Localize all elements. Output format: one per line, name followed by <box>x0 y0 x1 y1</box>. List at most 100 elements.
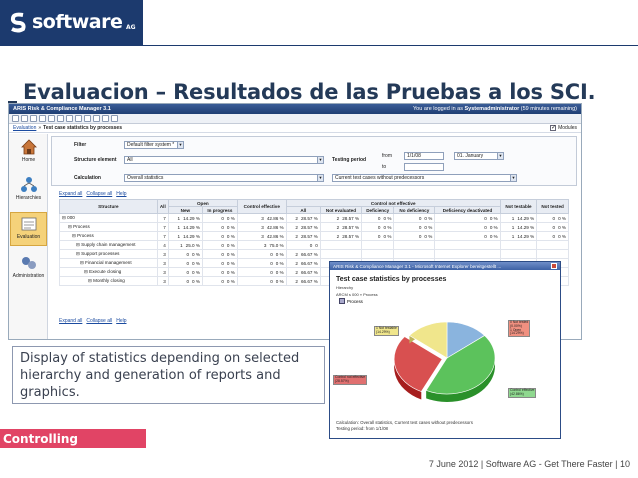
toolbar-button[interactable] <box>66 115 73 122</box>
col-not-testable[interactable]: Not testable <box>499 199 538 214</box>
stat-cell: 00 % <box>536 231 569 241</box>
toolbar-button[interactable] <box>39 115 46 122</box>
stat-cell: 00 % <box>361 231 395 241</box>
stat-cell: 00 % <box>167 249 203 259</box>
stat-cell <box>499 240 538 250</box>
stat-count: 3 <box>261 233 264 239</box>
col-structure[interactable]: Structure <box>59 199 158 214</box>
stat-percent: 28.57 % <box>342 224 360 230</box>
sidebar-item-label: Administration <box>12 273 45 279</box>
stat-count: 0 <box>418 233 422 239</box>
collapse-all-link[interactable]: Collapse all <box>86 191 112 197</box>
toolbar-button[interactable] <box>93 115 100 122</box>
structure-label[interactable]: 000 <box>67 215 75 220</box>
structure-element-select[interactable]: All ▼ <box>124 156 324 164</box>
stat-percent: 66.67 % <box>300 278 318 284</box>
close-icon[interactable] <box>551 263 557 269</box>
table-row[interactable]: ⊟ Supply chain management 4 1 25.0 % 0 0 % 3 75… <box>59 240 569 250</box>
stat-cell: 00 % <box>361 213 395 223</box>
col-in-progress[interactable]: In progress <box>201 206 238 214</box>
col-all[interactable]: All <box>156 199 169 214</box>
stat-percent: 25.0 % <box>185 242 200 248</box>
stat-percent: 0 % <box>383 233 392 239</box>
stat-percent: 66.67 % <box>300 260 318 266</box>
structure-label[interactable]: Execute closing <box>89 269 121 274</box>
callout-text: Display of statistics depending on selec… <box>12 346 325 404</box>
stat-cell: 2 28.57 % <box>319 231 363 241</box>
stat-cell: 00 % <box>236 276 287 286</box>
toolbar-button[interactable] <box>84 115 91 122</box>
structure-label[interactable]: Support processes <box>81 251 119 256</box>
stat-percent: 14.29 % <box>517 224 535 230</box>
toolbar-button[interactable] <box>57 115 64 122</box>
stat-cell: 00 % <box>393 222 436 232</box>
filter-value: Default filter system * <box>127 142 175 148</box>
stat-cell: 00 % <box>201 267 238 277</box>
collapse-all-link[interactable]: Collapse all <box>86 318 112 324</box>
table-row[interactable]: ⊟ Support processes 3 0 0 % 0 0 % 0 0 % 2 66.67 % <box>59 249 569 259</box>
col-not-tested[interactable]: Not tested <box>536 199 569 214</box>
stat-percent: 0 % <box>383 215 392 221</box>
stat-cell: 00 % <box>393 231 436 241</box>
pie-label-not-testable: 1 Not testable (14.29%) <box>374 326 399 336</box>
stat-cell: 3 42.86 % <box>236 231 287 241</box>
help-link[interactable]: Help <box>116 318 126 324</box>
toolbar-button[interactable] <box>48 115 55 122</box>
toolbar-button[interactable] <box>111 115 118 122</box>
col-new[interactable]: New <box>167 206 203 214</box>
calculation-select-2[interactable]: Current test cases without predecessors ▼ <box>332 174 517 182</box>
count-cell: 4 <box>156 240 169 250</box>
to-date-input[interactable] <box>404 163 444 171</box>
popup-titlebar: ARIS Risk & Compliance Manager 3.1 - Mic… <box>330 262 560 270</box>
toolbar-button[interactable] <box>30 115 37 122</box>
sidebar-item-evaluation[interactable]: Evaluation <box>10 212 47 246</box>
calculation-select[interactable]: Overall statistics ▼ <box>124 174 324 182</box>
structure-label[interactable]: Financial management <box>85 260 131 265</box>
stat-percent: 0 % <box>192 260 200 266</box>
stat-cell: 2 28.57 % <box>319 222 363 232</box>
help-link[interactable]: Help <box>116 191 126 197</box>
from-date-input[interactable]: 1/1/08 <box>404 152 444 160</box>
breadcrumb-evaluation[interactable]: Evaluation <box>13 125 36 131</box>
structure-label[interactable]: Process <box>73 224 90 229</box>
toolbar-button[interactable] <box>12 115 19 122</box>
stat-percent: 0 % <box>226 224 235 230</box>
stat-count: 0 <box>221 278 224 284</box>
toolbar-button[interactable] <box>102 115 109 122</box>
col-control-effective[interactable]: Control effective <box>236 199 287 214</box>
structure-label[interactable]: Supply chain management <box>81 242 135 247</box>
col-all-2[interactable]: All <box>285 206 321 214</box>
sidebar-item-administration[interactable]: Administration <box>10 252 47 286</box>
stat-cell <box>393 240 436 250</box>
col-control-not-effective[interactable]: Control not effective <box>285 199 501 207</box>
expand-all-link[interactable]: Expand all <box>59 191 82 197</box>
stat-percent: 0 % <box>489 224 498 230</box>
structure-label[interactable]: Monthly closing <box>93 278 125 283</box>
month-select[interactable]: 01. January ▼ <box>454 152 504 160</box>
stat-count: 2 <box>295 251 298 257</box>
structure-label[interactable]: Process <box>77 233 94 238</box>
col-open[interactable]: Open <box>167 199 238 207</box>
table-row[interactable]: ⊟ Process 7 1 14.29 % 0 0 % 3 42.86 % 2 28.57 % 2 2… <box>59 222 569 232</box>
sidebar-item-home[interactable]: Home <box>10 136 47 170</box>
col-no-deficiency[interactable]: No deficiency <box>393 206 436 214</box>
filter-select[interactable]: Default filter system * ▼ <box>124 141 184 149</box>
toolbar-button[interactable] <box>21 115 28 122</box>
sidebar-item-label: Home <box>21 157 36 163</box>
popup-footer-calculation: Calculation: Overall statistics, Current… <box>336 420 473 425</box>
stat-count: 0 <box>377 233 381 239</box>
col-deficiency-deactivated[interactable]: Deficiency deactivated <box>434 206 501 214</box>
table-row[interactable]: ⊟ Process 7 1 14.29 % 0 0 % 3 42.86 % 2 28.57 % 2 2… <box>59 231 569 241</box>
toolbar-button[interactable] <box>75 115 82 122</box>
stat-count: 3 <box>261 215 264 221</box>
stat-percent: 0 <box>315 242 318 248</box>
col-not-evaluated[interactable]: Not evaluated <box>319 206 363 214</box>
modules-checkbox[interactable] <box>550 124 556 131</box>
col-deficiency[interactable]: Deficiency <box>361 206 395 214</box>
table-row[interactable]: ⊟ 000 7 1 14.29 % 0 0 % 3 42.86 % 2 28.57 % 2 28.57… <box>59 213 569 223</box>
stat-percent: 14.29 % <box>183 224 200 230</box>
stat-count: 0 <box>270 260 273 266</box>
sidebar-item-hierarchies[interactable]: Hierarchies <box>10 174 47 208</box>
expand-all-link[interactable]: Expand all <box>59 318 82 324</box>
modules-toggle[interactable]: Modules <box>550 124 577 131</box>
